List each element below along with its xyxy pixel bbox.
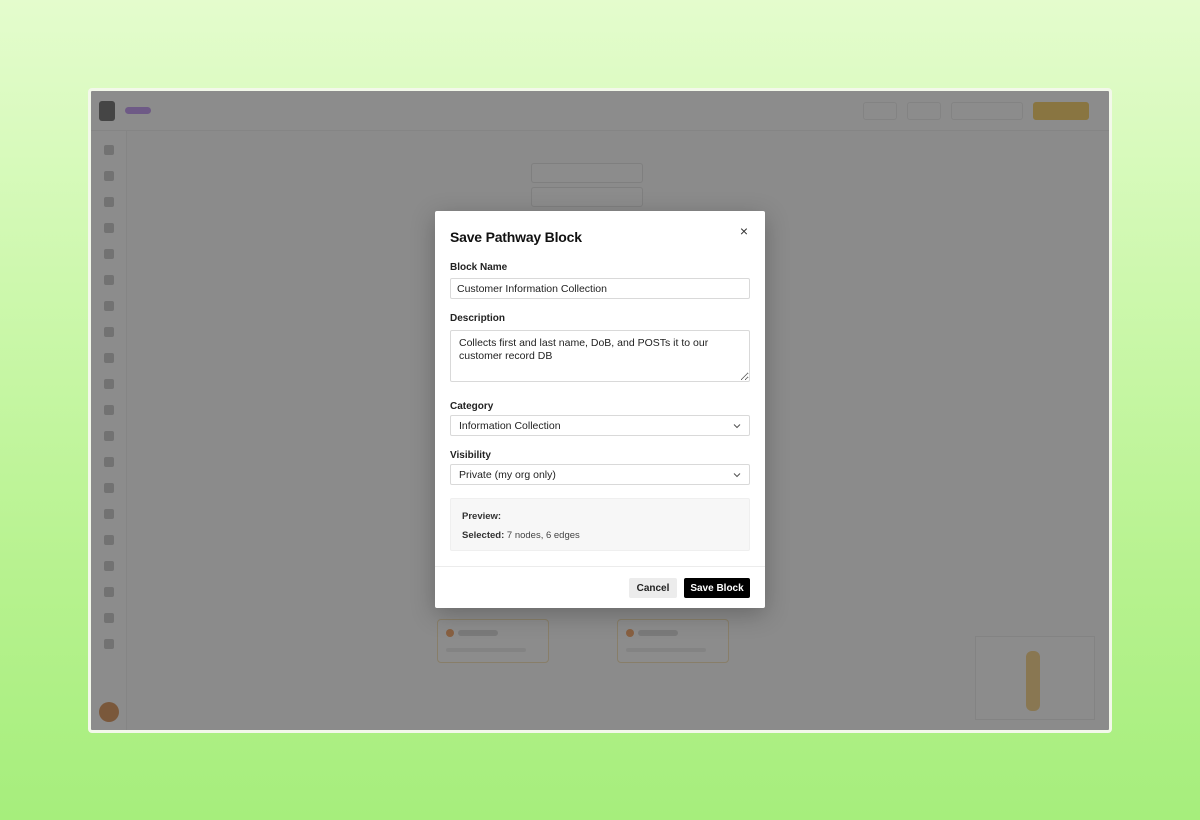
visibility-select[interactable]: Private (my org only) bbox=[450, 464, 750, 485]
close-icon[interactable]: × bbox=[737, 224, 751, 238]
description-textarea[interactable]: Collects first and last name, DoB, and P… bbox=[450, 330, 750, 382]
category-selected-value: Information Collection bbox=[459, 419, 561, 432]
category-label: Category bbox=[450, 401, 494, 412]
chevron-down-icon bbox=[733, 471, 741, 479]
chevron-down-icon bbox=[733, 422, 741, 430]
preview-selected-label: Selected: bbox=[462, 530, 505, 541]
preview-panel: Preview: Selected: 7 nodes, 6 edges bbox=[450, 498, 750, 551]
footer-divider bbox=[435, 566, 765, 567]
cancel-button[interactable]: Cancel bbox=[629, 578, 677, 598]
block-name-input[interactable] bbox=[450, 278, 750, 299]
save-block-button[interactable]: Save Block bbox=[684, 578, 750, 598]
visibility-label: Visibility bbox=[450, 450, 491, 461]
category-select[interactable]: Information Collection bbox=[450, 415, 750, 436]
dialog-title: Save Pathway Block bbox=[450, 229, 582, 245]
description-label: Description bbox=[450, 313, 506, 324]
preview-selected-value: 7 nodes, 6 edges bbox=[506, 530, 580, 541]
preview-heading: Preview: bbox=[462, 511, 502, 522]
visibility-selected-value: Private (my org only) bbox=[459, 468, 556, 481]
preview-selected: Selected: 7 nodes, 6 edges bbox=[462, 530, 580, 541]
block-name-label: Block Name bbox=[450, 262, 508, 273]
save-pathway-block-dialog: × Save Pathway Block Block Name Descript… bbox=[435, 211, 765, 608]
